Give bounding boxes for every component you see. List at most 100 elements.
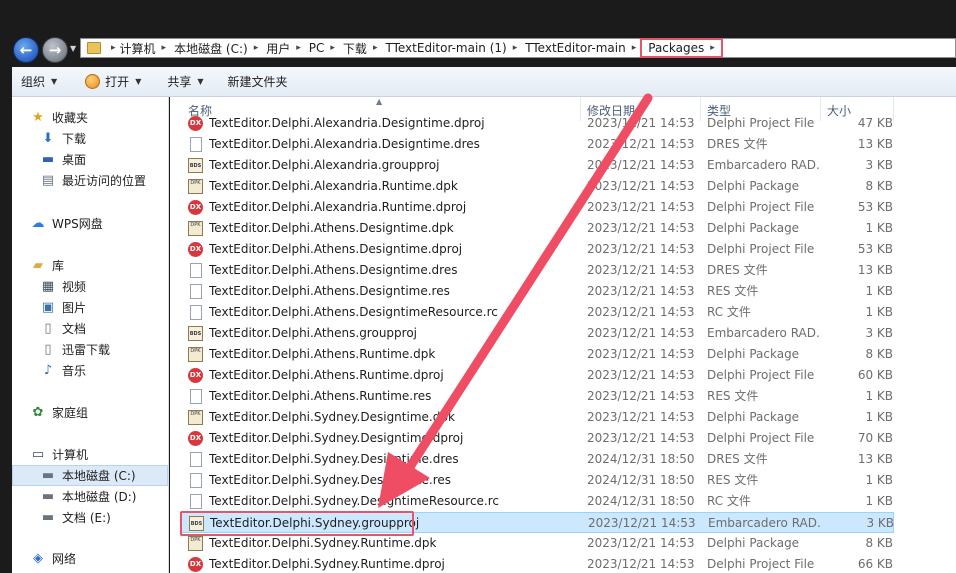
breadcrumb-computer[interactable]: 计算机 ▸ — [116, 39, 171, 57]
nav-label: 计算机 — [52, 448, 89, 462]
file-row[interactable]: DX TextEditor.Delphi.Athens.Designtime.dp… — [180, 239, 894, 260]
delphi-package-icon: DPK — [188, 347, 203, 362]
file-date: 2024/12/31 18:50 — [587, 452, 695, 466]
file-type: Delphi Package — [707, 347, 800, 361]
file-row[interactable]: DX TextEditor.Delphi.Alexandria.Designtim… — [180, 113, 894, 134]
nav-label: 音乐 — [62, 364, 87, 378]
file-row[interactable]: TextEditor.Delphi.Athens.Designtime.res 2… — [180, 281, 894, 302]
share-label: 共享 — [167, 75, 192, 89]
breadcrumb-packages[interactable]: Packages ▸ — [640, 38, 723, 58]
nav-libraries[interactable]: ▰ 库 — [12, 255, 168, 276]
chevron-right-icon[interactable]: ▸ — [296, 43, 301, 53]
nav-drive-c[interactable]: ▬ 本地磁盘 (C:) — [12, 465, 168, 486]
back-button[interactable]: ← — [13, 37, 39, 63]
nav-pictures[interactable]: ▣ 图片 — [12, 297, 168, 318]
file-icon — [190, 137, 202, 152]
file-row[interactable]: DPK TextEditor.Delphi.Athens.Designtime.d… — [180, 218, 894, 239]
file-icon — [190, 494, 202, 509]
nav-label: 文档 (E:) — [62, 511, 111, 525]
file-size: 3 KB — [866, 516, 894, 530]
breadcrumb-label: 下载 — [342, 41, 367, 56]
nav-network[interactable]: ◈ 网络 — [12, 548, 168, 569]
file-row[interactable]: DX TextEditor.Delphi.Alexandria.Runtime.d… — [180, 197, 894, 218]
file-row[interactable]: DX TextEditor.Delphi.Athens.Runtime.dproj… — [180, 365, 894, 386]
windows-drive-icon: ▬ — [41, 467, 55, 483]
file-date: 2023/12/21 14:53 — [587, 221, 695, 235]
window-chrome: ← → ▼ ▸ 计算机 ▸ 本地磁盘 (C:) ▸ 用户 ▸ PC ▸ 下载 ▸ TTex… — [0, 0, 956, 66]
file-row[interactable]: TextEditor.Delphi.Athens.Runtime.res 2023… — [180, 386, 894, 407]
group-project-icon: BDS — [188, 158, 203, 173]
file-type: Delphi Project File — [707, 431, 815, 445]
chevron-right-icon[interactable]: ▸ — [373, 43, 378, 53]
file-size: 8 KB — [865, 179, 893, 193]
nav-recent[interactable]: ▤ 最近访问的位置 — [12, 170, 168, 191]
nav-downloads[interactable]: ⬇ 下载 — [12, 128, 168, 149]
nav-label: 最近访问的位置 — [62, 174, 147, 188]
breadcrumb-users[interactable]: 用户 ▸ — [262, 39, 305, 57]
organize-label: 组织 — [21, 75, 46, 89]
file-row[interactable]: TextEditor.Delphi.Athens.Designtime.dres… — [180, 260, 894, 281]
breadcrumb-ttexteditor-main-1[interactable]: TTextEditor-main (1) ▸ — [381, 39, 521, 57]
nav-wps[interactable]: ☁ WPS网盘 — [12, 213, 168, 234]
nav-xunlei[interactable]: ▯ 迅雷下载 — [12, 339, 168, 360]
chevron-right-icon[interactable]: ▸ — [162, 43, 167, 53]
nav-homegroup[interactable]: ✿ 家庭组 — [12, 402, 168, 423]
file-date: 2023/12/21 14:53 — [587, 305, 695, 319]
file-row[interactable]: DX TextEditor.Delphi.Sydney.Designtime.dp… — [180, 428, 894, 449]
address-bar[interactable]: ▸ 计算机 ▸ 本地磁盘 (C:) ▸ 用户 ▸ PC ▸ 下载 ▸ TTextEdito… — [80, 38, 956, 58]
file-row[interactable]: DPK TextEditor.Delphi.Sydney.Runtime.dpk 2… — [180, 533, 894, 554]
file-row[interactable]: TextEditor.Delphi.Sydney.DesigntimeResou… — [180, 491, 894, 512]
file-size: 1 KB — [865, 389, 893, 403]
nav-drive-d[interactable]: ▬ 本地磁盘 (D:) — [12, 486, 168, 507]
nav-label: 桌面 — [62, 153, 87, 167]
share-button[interactable]: 共享 ▼ — [158, 70, 212, 94]
file-row[interactable]: TextEditor.Delphi.Sydney.Designtime.res 2… — [180, 470, 894, 491]
file-row[interactable]: DPK TextEditor.Delphi.Athens.Runtime.dpk 2… — [180, 344, 894, 365]
file-type: Delphi Project File — [707, 368, 815, 382]
chevron-right-icon[interactable]: ▸ — [254, 43, 259, 53]
new-folder-button[interactable]: 新建文件夹 — [219, 70, 297, 94]
chevron-right-icon[interactable]: ▸ — [710, 43, 715, 53]
file-date: 2024/12/31 18:50 — [587, 473, 695, 487]
chevron-right-icon[interactable]: ▸ — [632, 43, 637, 53]
forward-arrow-icon: → — [48, 41, 62, 59]
open-button[interactable]: 打开 ▼ — [76, 70, 150, 94]
file-size: 1 KB — [865, 284, 893, 298]
nav-videos[interactable]: ▦ 视频 — [12, 276, 168, 297]
nav-desktop[interactable]: ▬ 桌面 — [12, 149, 168, 170]
nav-label: 收藏夹 — [52, 111, 89, 125]
file-date: 2023/12/21 14:53 — [587, 410, 695, 424]
file-size: 70 KB — [857, 431, 893, 445]
breadcrumb-ttexteditor-main[interactable]: TTextEditor-main ▸ — [521, 39, 640, 57]
file-row[interactable]: TextEditor.Delphi.Sydney.Designtime.dres… — [180, 449, 894, 470]
file-row[interactable]: DPK TextEditor.Delphi.Sydney.Designtime.d… — [180, 407, 894, 428]
nav-computer[interactable]: ▭ 计算机 — [12, 444, 168, 465]
file-row[interactable]: BDS TextEditor.Delphi.Athens.groupproj 202… — [180, 323, 894, 344]
file-row[interactable]: TextEditor.Delphi.Athens.DesigntimeResou… — [180, 302, 894, 323]
file-size: 1 KB — [865, 473, 893, 487]
nav-drive-e[interactable]: ▬ 文档 (E:) — [12, 507, 168, 528]
nav-documents[interactable]: ▯ 文档 — [12, 318, 168, 339]
file-row[interactable]: DPK TextEditor.Delphi.Alexandria.Runtime.… — [180, 176, 894, 197]
file-date: 2024/12/31 18:50 — [587, 494, 695, 508]
breadcrumb-drive-c[interactable]: 本地磁盘 (C:) ▸ — [170, 39, 262, 57]
file-date: 2023/12/21 14:53 — [587, 200, 695, 214]
file-name: TextEditor.Delphi.Sydney.Designtime.dpro… — [209, 431, 464, 445]
nav-label: 库 — [52, 259, 65, 273]
file-type: Delphi Project File — [707, 242, 815, 256]
forward-button[interactable]: → — [42, 37, 68, 63]
file-row[interactable]: BDS TextEditor.Delphi.Alexandria.grouppro… — [180, 155, 894, 176]
file-row[interactable]: TextEditor.Delphi.Alexandria.Designtime.… — [180, 134, 894, 155]
file-name: TextEditor.Delphi.Athens.Designtime.dpk — [209, 221, 454, 235]
nav-music[interactable]: ♪ 音乐 — [12, 360, 168, 381]
folder-icon — [87, 42, 101, 54]
file-row[interactable]: DX TextEditor.Delphi.Sydney.Runtime.dproj… — [180, 554, 894, 573]
organize-button[interactable]: 组织 ▼ — [12, 70, 66, 94]
nav-favorites[interactable]: ★ 收藏夹 — [12, 107, 168, 128]
chevron-right-icon[interactable]: ▸ — [330, 43, 335, 53]
breadcrumb-pc[interactable]: PC ▸ — [305, 39, 339, 57]
recent-pages-chevron-icon[interactable]: ▼ — [70, 44, 76, 53]
chevron-right-icon[interactable]: ▸ — [513, 43, 518, 53]
file-name: TextEditor.Delphi.Athens.Designtime.dpro… — [209, 242, 463, 256]
breadcrumb-downloads[interactable]: 下载 ▸ — [339, 39, 382, 57]
